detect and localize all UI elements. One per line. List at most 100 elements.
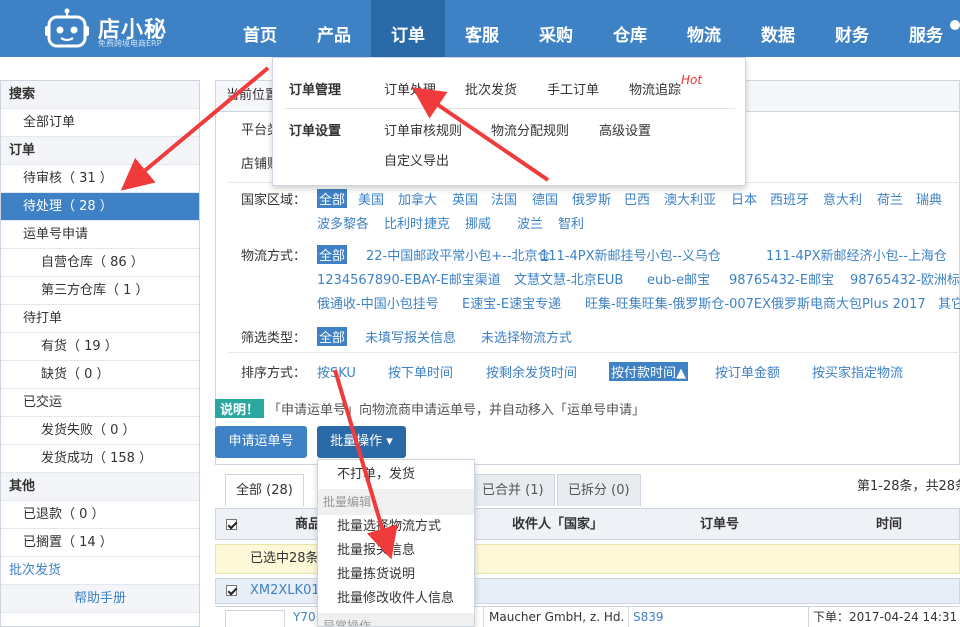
nav-item-7[interactable]: 数据 [741,0,815,57]
sort-row-option-2[interactable]: 按剩余发货时间 [486,362,577,381]
sidebar-item-13[interactable]: 发货成功（ 158 ） [1,445,199,473]
select-all-checkbox[interactable] [226,519,237,530]
sidebar-item-17[interactable]: 批次发货 [1,557,199,585]
log-row2-option-3[interactable]: 98765432-E邮宝 [729,269,834,288]
order-sidebar: 搜索 全部订单 订单 待审核（ 31 ）待处理（ 28 ）运单号申请 自营仓库（ 86 … [0,80,200,627]
recipient-name: Maucher GmbH, z. Hd. [489,610,625,624]
notification-dot[interactable] [950,20,960,30]
order-checkbox[interactable] [226,585,237,596]
country-row2-option-5[interactable]: 智利 [558,213,584,232]
nav-item-2[interactable]: 订单 [371,0,445,57]
sidebar-item-5[interactable]: 运单号申请 [1,221,199,249]
country-row1-option-9[interactable]: 日本 [731,189,757,208]
order-id-link[interactable]: XM2XLK01 [250,579,320,603]
country-row1-option-7[interactable]: 巴西 [624,189,650,208]
country-row2-option-3[interactable]: 挪威 [465,213,491,232]
menu-logistics-tracking[interactable]: 物流追踪 [629,79,681,98]
sidebar-item-16[interactable]: 已搁置（ 14 ） [1,529,199,557]
sort-row-option-0[interactable]: 按SKU [317,362,356,381]
log-row1-option-3[interactable]: 111-4PX新邮经济小包--上海仓 [766,245,947,264]
menu-review-rules[interactable]: 订单审核规则 [384,120,462,139]
nav-item-0[interactable]: 首页 [223,0,297,57]
menu-batch-edit-recipient[interactable]: 批量修改收件人信息 [318,587,474,611]
sidebar-item-18[interactable]: 帮助手册 [1,585,199,613]
nav-item-9[interactable]: 服务 [889,0,960,57]
type-row-option-2[interactable]: 未选择物流方式 [481,327,572,346]
country-row1-option-0[interactable]: 全部 [317,189,348,208]
sidebar-item-7[interactable]: 第三方仓库（ 1 ） [1,277,199,305]
tab-merged[interactable]: 已合并 (1) [471,474,555,506]
batch-operation-button[interactable]: 批量操作 ▾ [317,426,406,458]
menu-manual-order[interactable]: 手工订单 [547,79,599,98]
tab-all[interactable]: 全部 (28) [225,474,304,506]
pagination-info: 第1-28条，共28条 [857,479,960,494]
type-row-option-0[interactable]: 全部 [317,327,348,346]
sidebar-item-12[interactable]: 发货失败（ 0 ） [1,417,199,445]
log-row2-option-2[interactable]: eub-e邮宝 [647,269,710,288]
menu-order-processing[interactable]: 订单处理 [384,79,436,98]
sidebar-item-6[interactable]: 自营仓库（ 86 ） [1,249,199,277]
country-row2-option-1[interactable]: 比利时 [384,213,423,232]
sidebar-item-9[interactable]: 有货（ 19 ） [1,333,199,361]
country-row1-option-2[interactable]: 加拿大 [398,189,437,208]
tab-split[interactable]: 已拆分 (0) [557,474,641,506]
product-sku-link[interactable]: Y70 [293,607,316,627]
menu-batch-shipping[interactable]: 批次发货 [465,79,517,98]
country-row2-option-2[interactable]: 捷克 [424,213,450,232]
country-row1-option-5[interactable]: 德国 [532,189,558,208]
brand-logo[interactable]: 店小秘 免费跨境电商ERP [44,6,184,52]
country-row1-option-8[interactable]: 澳大利亚 [664,189,716,208]
sidebar-item-10[interactable]: 缺货（ 0 ） [1,361,199,389]
nav-item-1[interactable]: 产品 [297,0,371,57]
sort-row-option-5[interactable]: 按买家指定物流 [812,362,903,381]
country-row1-option-4[interactable]: 法国 [491,189,517,208]
type-row-option-1[interactable]: 未填写报关信息 [365,327,456,346]
sidebar-item-15[interactable]: 已退款（ 0 ） [1,501,199,529]
sort-row-option-4[interactable]: 按订单金额 [715,362,780,381]
country-row1-option-1[interactable]: 美国 [358,189,384,208]
order-number-link[interactable]: S839 [633,607,664,627]
menu-batch-customs[interactable]: 批量报关信息 [318,539,474,563]
country-row1-option-11[interactable]: 意大利 [823,189,862,208]
country-row2-option-4[interactable]: 波兰 [517,213,543,232]
nav-item-8[interactable]: 财务 [815,0,889,57]
country-row1-option-6[interactable]: 俄罗斯 [572,189,611,208]
menu-batch-picking-note[interactable]: 批量拣货说明 [318,563,474,587]
country-row1-option-10[interactable]: 西班牙 [770,189,809,208]
country-row1-option-12[interactable]: 荷兰 [877,189,903,208]
robot-logo-icon [45,8,89,48]
log-row3-option-2[interactable]: 旺集-旺集旺集-俄罗斯仓-007EX俄罗斯电商大包Plus 2017 [585,293,926,312]
menu-advanced-settings[interactable]: 高级设置 [599,120,651,139]
country-row2-option-0[interactable]: 波多黎各 [317,213,369,232]
nav-item-5[interactable]: 仓库 [593,0,667,57]
nav-item-6[interactable]: 物流 [667,0,741,57]
menu-custom-export[interactable]: 自定义导出 [384,150,449,169]
country-row1-option-13[interactable]: 瑞典 [916,189,942,208]
log-row1-option-2[interactable]: 111-4PX新邮挂号小包--义乌仓 [540,245,721,264]
sidebar-item-4[interactable]: 待处理（ 28 ） [1,193,199,221]
apply-tracking-button[interactable]: 申请运单号 [215,426,307,458]
product-thumbnail[interactable] [225,610,285,627]
sort-row-option-3[interactable]: 按付款时间▲ [609,362,688,381]
log-row3-option-3[interactable]: 其它 [938,293,960,312]
log-row3-option-1[interactable]: E速宝-E速宝专递 [462,293,561,312]
sidebar-item-8[interactable]: 待打单 [1,305,199,333]
sort-row-option-1[interactable]: 按下单时间 [388,362,453,381]
sidebar-item-3[interactable]: 待审核（ 31 ） [1,165,199,193]
country-row1-option-3[interactable]: 英国 [452,189,478,208]
nav-item-4[interactable]: 采购 [519,0,593,57]
log-row1-option-0[interactable]: 全部 [317,245,348,264]
menu-divider [285,108,735,109]
menu-ship-without-print[interactable]: 不打单，发货 [318,463,474,487]
menu-logistics-rules[interactable]: 物流分配规则 [491,120,569,139]
log-row2-option-1[interactable]: 文慧文慧-北京EUB [514,269,623,288]
sidebar-item-14: 其他 [1,473,199,501]
log-row2-option-0[interactable]: 1234567890-EBAY-E邮宝渠道 [317,269,501,288]
menu-batch-logistics[interactable]: 批量选择物流方式 [318,515,474,539]
nav-item-3[interactable]: 客服 [445,0,519,57]
log-row2-option-4[interactable]: 98765432-欧洲标准 [850,269,960,288]
log-row3-option-0[interactable]: 俄通收-中国小包挂号 [317,293,439,312]
sidebar-item-1[interactable]: 全部订单 [1,109,199,137]
log-row1-option-1[interactable]: 22-中国邮政平常小包+--北京仓 [366,245,551,264]
sidebar-item-11[interactable]: 已交运 [1,389,199,417]
